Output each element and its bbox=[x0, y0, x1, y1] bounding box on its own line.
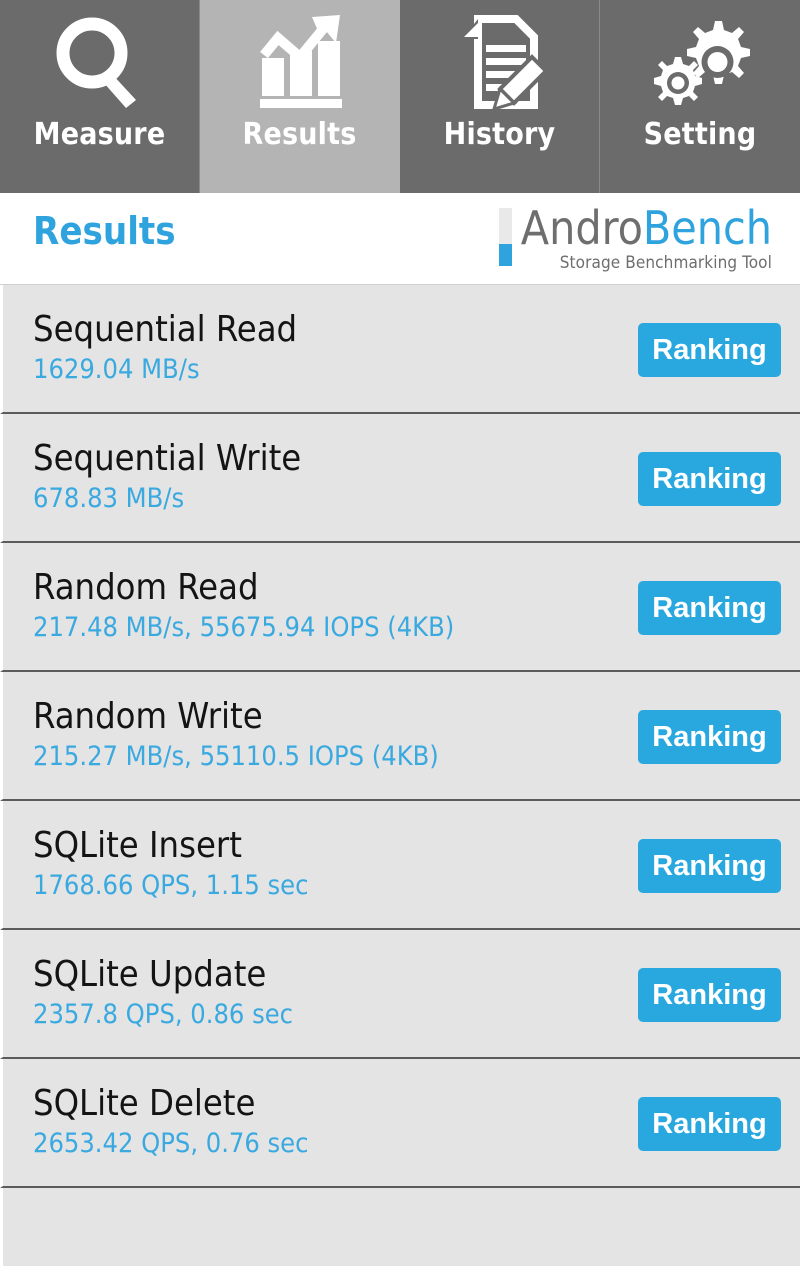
result-row-texts: SQLite Update 2357.8 QPS, 0.86 sec bbox=[33, 954, 293, 1032]
result-title: SQLite Update bbox=[33, 954, 267, 995]
result-value: 2357.8 QPS, 0.86 sec bbox=[33, 999, 294, 1030]
main-tab-bar: Measure Results History Setting bbox=[0, 0, 800, 193]
tab-results-label: Results bbox=[242, 117, 357, 152]
tab-history[interactable]: History bbox=[400, 0, 600, 193]
result-value: 1768.66 QPS, 1.15 sec bbox=[33, 870, 309, 901]
result-title: Sequential Write bbox=[33, 438, 302, 479]
result-row-texts: SQLite Delete 2653.42 QPS, 0.76 sec bbox=[33, 1083, 308, 1161]
tab-results[interactable]: Results bbox=[200, 0, 400, 193]
result-row: SQLite Update 2357.8 QPS, 0.86 sec Ranking bbox=[0, 930, 800, 1059]
tab-setting-label: Setting bbox=[643, 117, 757, 152]
logo-andro: Andro bbox=[520, 201, 643, 255]
result-row-texts: Random Read 217.48 MB/s, 55675.94 IOPS (4… bbox=[33, 567, 454, 645]
result-row-texts: Sequential Read 1629.04 MB/s bbox=[33, 309, 297, 387]
tab-history-label: History bbox=[443, 117, 556, 152]
tab-measure-label: Measure bbox=[33, 117, 166, 152]
magnifier-icon bbox=[0, 0, 199, 120]
logo-wordmark: AndroBench bbox=[521, 205, 772, 251]
result-row-texts: Random Write 215.27 MB/s, 55110.5 IOPS (4… bbox=[33, 696, 439, 774]
results-list: Sequential Read 1629.04 MB/s Ranking Sequen… bbox=[0, 285, 800, 1188]
result-value: 215.27 MB/s, 55110.5 IOPS (4KB) bbox=[33, 741, 439, 772]
result-row: Random Read 217.48 MB/s, 55675.94 IOPS (4… bbox=[0, 543, 800, 672]
ranking-button[interactable]: Ranking bbox=[638, 581, 781, 635]
result-row: SQLite Insert 1768.66 QPS, 1.15 sec Rankin… bbox=[0, 801, 800, 930]
result-value: 1629.04 MB/s bbox=[33, 354, 200, 385]
ranking-button[interactable]: Ranking bbox=[638, 839, 781, 893]
androbench-app: Measure Results History Setting Results … bbox=[0, 0, 800, 1266]
result-value: 2653.42 QPS, 0.76 sec bbox=[33, 1128, 309, 1159]
result-row-texts: Sequential Write 678.83 MB/s bbox=[33, 438, 301, 516]
result-row-texts: SQLite Insert 1768.66 QPS, 1.15 sec bbox=[33, 825, 308, 903]
ranking-button[interactable]: Ranking bbox=[638, 710, 781, 764]
document-pencil-icon bbox=[400, 0, 599, 120]
tab-setting[interactable]: Setting bbox=[600, 0, 800, 193]
result-title: SQLite Insert bbox=[33, 825, 242, 866]
result-title: Sequential Read bbox=[33, 309, 298, 350]
result-row: Sequential Write 678.83 MB/s Ranking bbox=[0, 414, 800, 543]
logo-bench: Bench bbox=[642, 201, 772, 255]
ranking-button[interactable]: Ranking bbox=[638, 968, 781, 1022]
logo-text: AndroBench Storage Benchmarking Tool bbox=[521, 205, 772, 273]
result-row: Random Write 215.27 MB/s, 55110.5 IOPS (4… bbox=[0, 672, 800, 801]
ranking-button[interactable]: Ranking bbox=[638, 1097, 781, 1151]
result-row: SQLite Delete 2653.42 QPS, 0.76 sec Rankin… bbox=[0, 1059, 800, 1188]
result-title: Random Write bbox=[33, 696, 263, 737]
result-title: Random Read bbox=[33, 567, 259, 608]
result-title: SQLite Delete bbox=[33, 1083, 256, 1124]
result-value: 678.83 MB/s bbox=[33, 483, 185, 514]
page-title: Results bbox=[33, 209, 176, 253]
androbench-logo: AndroBench Storage Benchmarking Tool bbox=[498, 205, 772, 273]
logo-tagline: Storage Benchmarking Tool bbox=[559, 253, 772, 273]
ranking-button[interactable]: Ranking bbox=[638, 452, 781, 506]
gears-icon bbox=[600, 0, 800, 120]
result-value: 217.48 MB/s, 55675.94 IOPS (4KB) bbox=[33, 612, 455, 643]
tab-measure[interactable]: Measure bbox=[0, 0, 200, 193]
list-empty-area bbox=[0, 1188, 800, 1266]
bar-chart-trend-icon bbox=[200, 0, 399, 120]
logo-accent-bar bbox=[498, 208, 512, 266]
page-header: Results AndroBench Storage Benchmarking … bbox=[0, 193, 800, 285]
ranking-button[interactable]: Ranking bbox=[638, 323, 781, 377]
result-row: Sequential Read 1629.04 MB/s Ranking bbox=[0, 285, 800, 414]
